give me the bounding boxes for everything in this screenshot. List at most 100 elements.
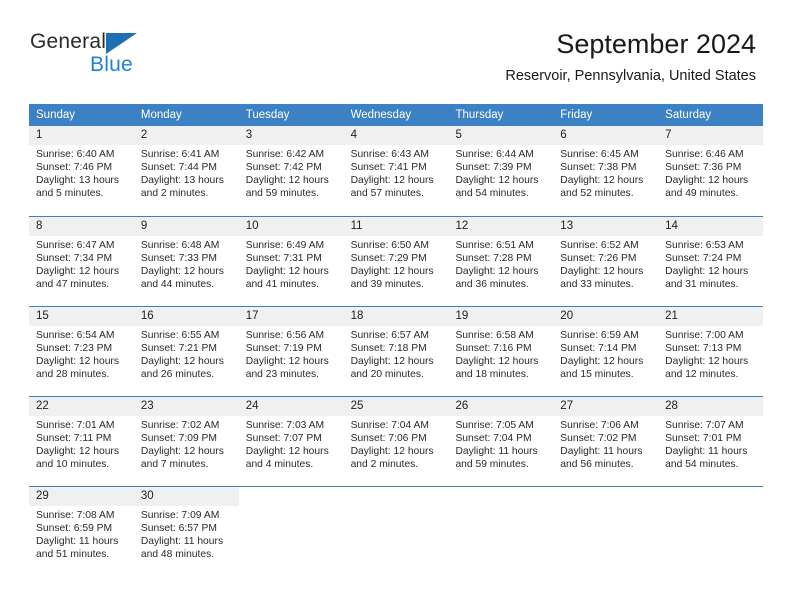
day-cell[interactable]: 21 Sunrise: 7:00 AM Sunset: 7:13 PM Dayl… (658, 307, 764, 396)
day-info: Sunrise: 7:02 AM Sunset: 7:09 PM Dayligh… (134, 416, 239, 472)
sunrise-text: Sunrise: 6:42 AM (245, 149, 325, 160)
day-number-band: 6 (553, 126, 659, 145)
day-info: Sunrise: 6:59 AM Sunset: 7:14 PM Dayligh… (553, 326, 658, 382)
sunrise-text: Sunrise: 6:51 AM (455, 240, 534, 251)
day-cell[interactable]: 25 Sunrise: 7:04 AM Sunset: 7:06 PM Dayl… (343, 397, 449, 486)
day-cell[interactable]: 22 Sunrise: 7:01 AM Sunset: 7:11 PM Dayl… (29, 397, 134, 486)
daylight-text-line1: Daylight: 12 hours (140, 355, 224, 367)
daylight-text-line1: Daylight: 12 hours (665, 174, 749, 186)
day-cell[interactable]: 27 Sunrise: 7:06 AM Sunset: 7:02 PM Dayl… (553, 397, 659, 486)
day-cell[interactable]: 9 Sunrise: 6:48 AM Sunset: 7:33 PM Dayli… (133, 217, 239, 306)
day-cell[interactable]: 8 Sunrise: 6:47 AM Sunset: 7:34 PM Dayli… (29, 217, 134, 306)
day-number-band: 24 (238, 397, 344, 416)
day-number: 20 (560, 310, 574, 322)
daylight-text-line1: Daylight: 11 hours (36, 535, 119, 547)
week-row: 29 Sunrise: 7:08 AM Sunset: 6:59 PM Dayl… (29, 486, 763, 580)
daylight-text-line2: and 18 minutes. (455, 368, 529, 380)
day-info: Sunrise: 7:01 AM Sunset: 7:11 PM Dayligh… (29, 416, 134, 472)
day-cell[interactable]: 6 Sunrise: 6:45 AM Sunset: 7:38 PM Dayli… (553, 126, 659, 216)
day-cell[interactable]: 18 Sunrise: 6:57 AM Sunset: 7:18 PM Dayl… (343, 307, 449, 396)
day-cell[interactable]: 7 Sunrise: 6:46 AM Sunset: 7:36 PM Dayli… (658, 126, 764, 216)
day-info: Sunrise: 7:05 AM Sunset: 7:04 PM Dayligh… (448, 416, 553, 472)
day-info: Sunrise: 6:57 AM Sunset: 7:18 PM Dayligh… (344, 326, 449, 382)
daylight-text-line2: and 52 minutes. (560, 187, 634, 199)
day-cell[interactable]: 30 Sunrise: 7:09 AM Sunset: 6:57 PM Dayl… (133, 487, 239, 580)
day-cell[interactable]: 10 Sunrise: 6:49 AM Sunset: 7:31 PM Dayl… (238, 217, 344, 306)
day-info: Sunrise: 6:48 AM Sunset: 7:33 PM Dayligh… (134, 236, 239, 292)
day-info: Sunrise: 6:41 AM Sunset: 7:44 PM Dayligh… (134, 145, 239, 201)
day-cell[interactable]: 15 Sunrise: 6:54 AM Sunset: 7:23 PM Dayl… (29, 307, 134, 396)
day-number-band (553, 487, 658, 506)
daylight-text-line1: Daylight: 12 hours (665, 355, 749, 367)
sunset-text: Sunset: 7:21 PM (140, 342, 217, 354)
day-number-band: 10 (238, 217, 344, 236)
title-block: September 2024 Reservoir, Pennsylvania, … (505, 28, 756, 86)
day-cell[interactable]: 17 Sunrise: 6:56 AM Sunset: 7:19 PM Dayl… (238, 307, 344, 396)
sunrise-text: Sunrise: 6:43 AM (350, 149, 429, 160)
location-subtitle: Reservoir, Pennsylvania, United States (505, 68, 756, 84)
day-number: 11 (350, 220, 363, 232)
weekday-header-row: Sunday Monday Tuesday Wednesday Thursday… (29, 104, 763, 126)
day-number: 18 (350, 310, 364, 322)
day-number: 12 (455, 220, 469, 232)
day-cell[interactable]: 14 Sunrise: 6:53 AM Sunset: 7:24 PM Dayl… (658, 217, 764, 306)
day-cell[interactable]: 2 Sunrise: 6:41 AM Sunset: 7:44 PM Dayli… (133, 126, 239, 216)
day-info: Sunrise: 6:45 AM Sunset: 7:38 PM Dayligh… (553, 145, 658, 201)
day-cell[interactable]: 16 Sunrise: 6:55 AM Sunset: 7:21 PM Dayl… (133, 307, 239, 396)
day-cell[interactable]: 23 Sunrise: 7:02 AM Sunset: 7:09 PM Dayl… (133, 397, 239, 486)
daylight-text-line1: Daylight: 12 hours (560, 174, 644, 186)
day-cell[interactable]: 28 Sunrise: 7:07 AM Sunset: 7:01 PM Dayl… (658, 397, 764, 486)
day-info: Sunrise: 6:50 AM Sunset: 7:29 PM Dayligh… (344, 236, 449, 292)
day-number: 29 (36, 490, 49, 502)
day-info: Sunrise: 6:58 AM Sunset: 7:16 PM Dayligh… (448, 326, 553, 382)
day-number: 10 (245, 220, 259, 232)
daylight-text-line2: and 39 minutes. (350, 278, 424, 290)
daylight-text-line2: and 48 minutes. (140, 548, 215, 560)
day-cell[interactable]: 12 Sunrise: 6:51 AM Sunset: 7:28 PM Dayl… (448, 217, 554, 306)
sunrise-text: Sunrise: 6:41 AM (140, 149, 220, 160)
sunset-text: Sunset: 7:36 PM (665, 161, 742, 173)
daylight-text-line2: and 33 minutes. (560, 278, 634, 290)
daylight-text-line1: Daylight: 13 hours (140, 174, 224, 186)
daylight-text-line1: Daylight: 12 hours (245, 174, 329, 186)
sunrise-text: Sunrise: 6:53 AM (665, 240, 744, 251)
day-cell-empty (553, 487, 658, 580)
day-info: Sunrise: 6:51 AM Sunset: 7:28 PM Dayligh… (448, 236, 553, 292)
day-number: 15 (36, 310, 49, 322)
day-number: 14 (665, 220, 678, 232)
day-cell[interactable]: 24 Sunrise: 7:03 AM Sunset: 7:07 PM Dayl… (238, 397, 344, 486)
day-cell[interactable]: 13 Sunrise: 6:52 AM Sunset: 7:26 PM Dayl… (553, 217, 659, 306)
day-number: 25 (350, 400, 364, 412)
page-header: General Blue September 2024 Reservoir, P… (0, 0, 792, 100)
day-number-band (344, 487, 449, 506)
day-cell[interactable]: 11 Sunrise: 6:50 AM Sunset: 7:29 PM Dayl… (343, 217, 449, 306)
day-cell[interactable]: 4 Sunrise: 6:43 AM Sunset: 7:41 PM Dayli… (343, 126, 449, 216)
sunset-text: Sunset: 7:26 PM (560, 252, 637, 264)
day-number: 8 (36, 220, 43, 232)
day-cell[interactable]: 1 Sunrise: 6:40 AM Sunset: 7:46 PM Dayli… (29, 126, 134, 216)
day-cell[interactable]: 29 Sunrise: 7:08 AM Sunset: 6:59 PM Dayl… (29, 487, 134, 580)
daylight-text-line1: Daylight: 12 hours (36, 355, 119, 367)
sunset-text: Sunset: 7:07 PM (245, 432, 322, 444)
logo-triangle-icon (106, 33, 137, 54)
daylight-text-line1: Daylight: 12 hours (245, 355, 329, 367)
day-cell[interactable]: 5 Sunrise: 6:44 AM Sunset: 7:39 PM Dayli… (448, 126, 554, 216)
sunrise-text: Sunrise: 6:49 AM (245, 240, 325, 251)
sunset-text: Sunset: 7:01 PM (665, 432, 742, 444)
daylight-text-line1: Daylight: 12 hours (455, 265, 539, 277)
day-cell[interactable]: 26 Sunrise: 7:05 AM Sunset: 7:04 PM Dayl… (448, 397, 554, 486)
general-blue-logo[interactable]: General Blue (30, 30, 230, 82)
sunrise-text: Sunrise: 6:52 AM (560, 240, 639, 251)
daylight-text-line2: and 26 minutes. (140, 368, 215, 380)
day-cell[interactable]: 3 Sunrise: 6:42 AM Sunset: 7:42 PM Dayli… (238, 126, 344, 216)
logo-text-blue: Blue (90, 53, 133, 76)
day-number: 27 (560, 400, 574, 412)
day-number-band: 8 (29, 217, 134, 236)
day-number: 21 (665, 310, 678, 322)
day-cell[interactable]: 19 Sunrise: 6:58 AM Sunset: 7:16 PM Dayl… (448, 307, 554, 396)
day-cell[interactable]: 20 Sunrise: 6:59 AM Sunset: 7:14 PM Dayl… (553, 307, 659, 396)
sunrise-text: Sunrise: 6:47 AM (36, 240, 115, 251)
daylight-text-line1: Daylight: 12 hours (245, 445, 329, 457)
daylight-text-line2: and 41 minutes. (245, 278, 319, 290)
day-number: 1 (36, 129, 43, 141)
